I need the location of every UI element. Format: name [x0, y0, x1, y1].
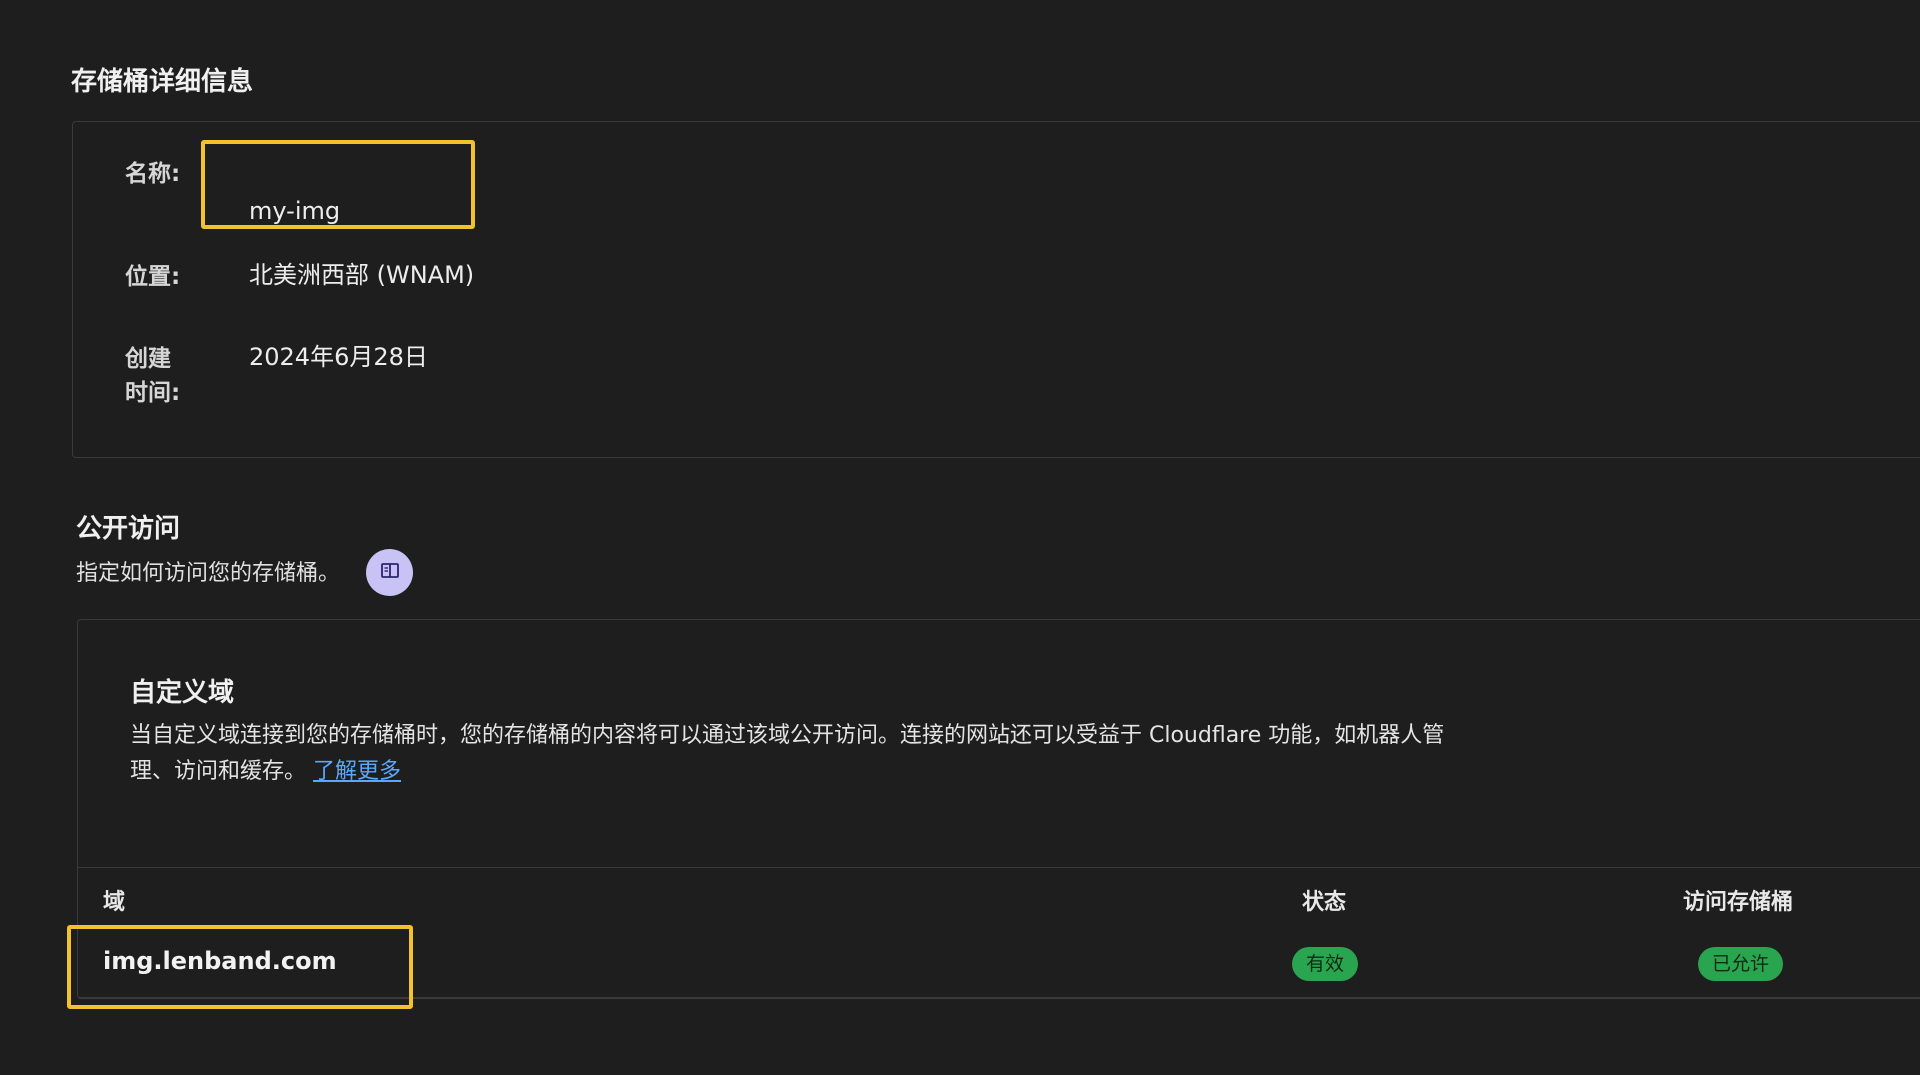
column-header-domain[interactable]: 域 — [103, 884, 125, 916]
column-header-access[interactable]: 访问存储桶 — [1683, 884, 1793, 916]
custom-domain-title: 自定义域 — [130, 678, 235, 708]
domain-highlight-box — [67, 925, 413, 1009]
custom-domain-description: 当自定义域连接到您的存储桶时，您的存储桶的内容将可以通过该域公开访问。连接的网站… — [130, 718, 1450, 790]
location-value: 北美洲西部 (WNAM) — [249, 261, 475, 289]
book-icon — [380, 562, 400, 584]
created-value: 2024年6月28日 — [249, 343, 428, 371]
documentation-button[interactable] — [366, 549, 413, 596]
public-access-title: 公开访问 — [76, 514, 181, 544]
public-access-description: 指定如何访问您的存储桶。 — [76, 561, 341, 586]
bucket-details-title: 存储桶详细信息 — [71, 67, 254, 97]
access-badge: 已允许 — [1698, 947, 1784, 981]
learn-more-link[interactable]: 了解更多 — [313, 759, 401, 784]
status-badge: 有效 — [1292, 947, 1359, 981]
name-highlight-box — [201, 140, 475, 229]
column-header-status[interactable]: 状态 — [1302, 884, 1346, 916]
name-label: 名称: — [125, 161, 181, 187]
location-label: 位置: — [125, 264, 181, 290]
table-header-divider — [78, 867, 1920, 868]
created-label: 创建时间: — [125, 346, 181, 406]
